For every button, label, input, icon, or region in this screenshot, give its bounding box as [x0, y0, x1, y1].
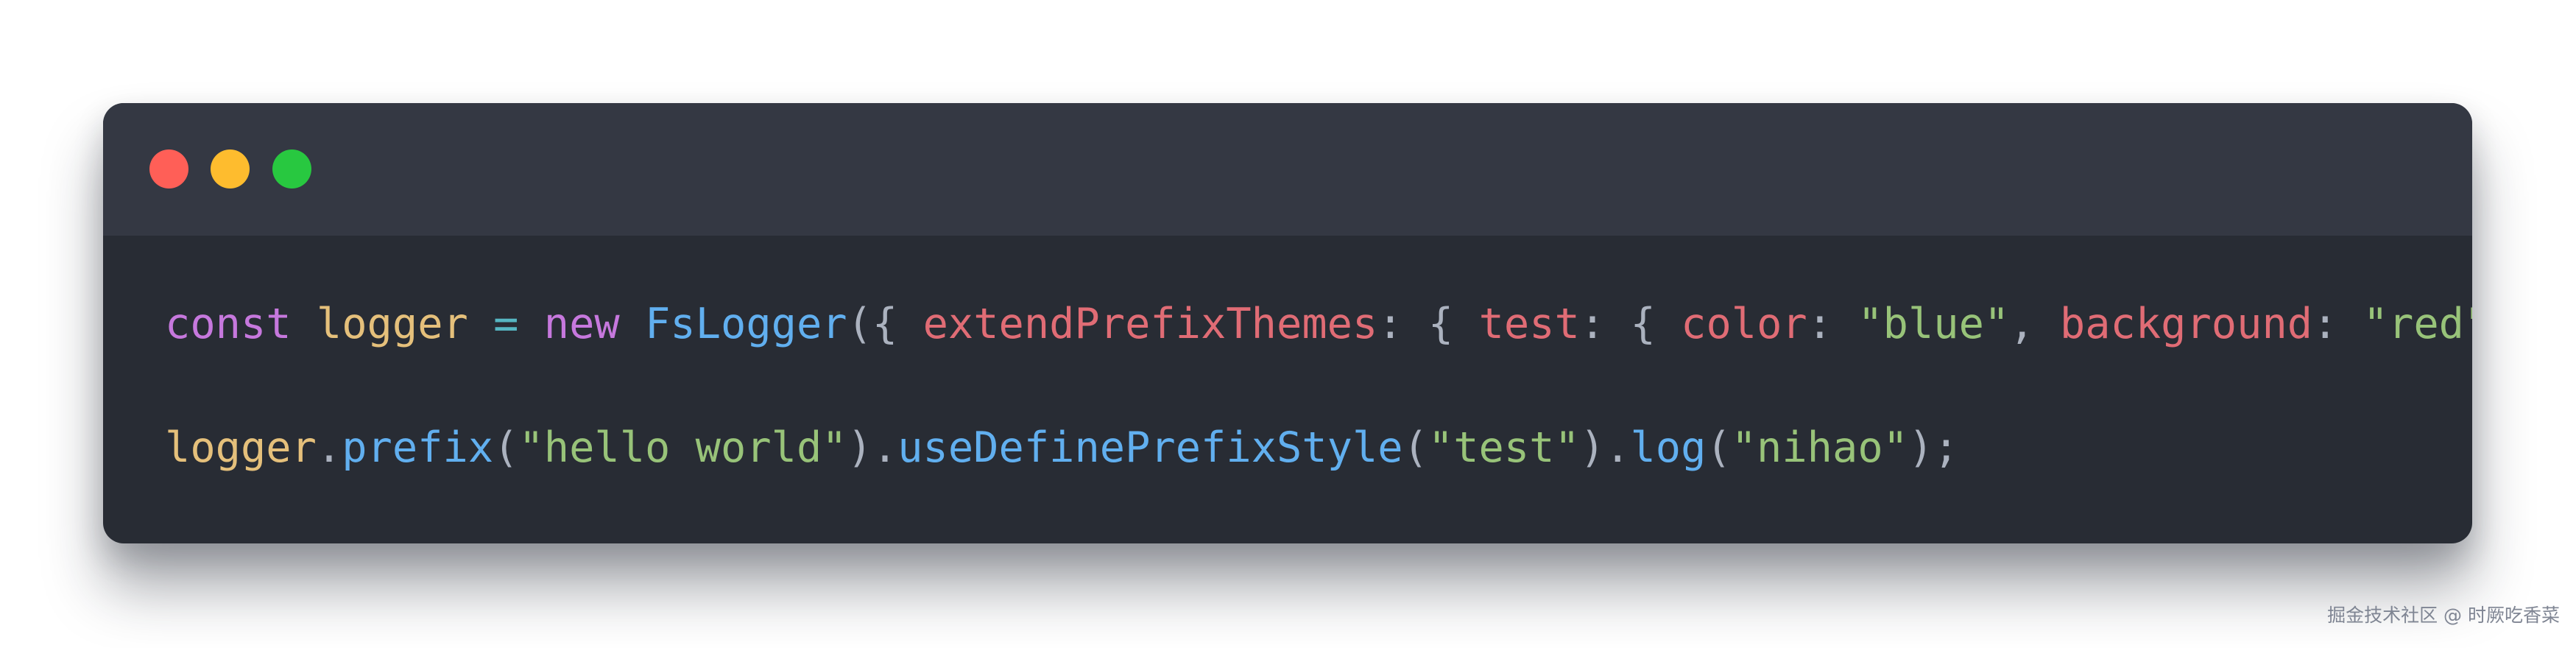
code-token: log [1630, 423, 1707, 472]
code-token: ( [493, 423, 519, 472]
code-token: "nihao" [1731, 423, 1908, 472]
watermark: 掘金技术社区 @ 时厥吃香菜 [2327, 605, 2560, 626]
code-token: . [316, 423, 342, 472]
code-token: background [2059, 300, 2313, 348]
code-token: "hello world" [518, 423, 847, 472]
code-token: prefix [342, 423, 494, 472]
code-token: "blue" [1857, 300, 2010, 348]
code-block: const logger = new FsLogger({ extendPref… [165, 103, 2472, 469]
code-token: "test" [1428, 423, 1580, 472]
code-token: color [1681, 300, 1807, 348]
code-token: test [1478, 300, 1580, 348]
code-token: logger [316, 300, 468, 348]
code-token: : { [1579, 300, 1682, 348]
code-line: const logger = new FsLogger({ extendPref… [165, 303, 2472, 345]
code-token: extendPrefixThemes [922, 300, 1378, 348]
code-token: useDefinePrefixStyle [897, 423, 1403, 472]
code-window: const logger = new FsLogger({ extendPref… [103, 103, 2472, 543]
code-token: : { [1377, 300, 1479, 348]
code-token: , [2009, 300, 2060, 348]
code-token: logger [165, 423, 317, 472]
code-token: ( [1402, 423, 1428, 472]
code-token: ). [847, 423, 898, 472]
code-token: "red" [2362, 300, 2472, 348]
code-token: : [2312, 300, 2363, 348]
code-token: ). [1579, 423, 1631, 472]
code-token: : [1807, 300, 1858, 348]
code-line: logger.prefix("hello world").useDefinePr… [165, 427, 1959, 469]
code-token: ({ [847, 300, 923, 348]
code-token: const [165, 300, 292, 348]
code-token: new [543, 300, 620, 348]
code-token: ); [1908, 423, 1959, 472]
code-token: = [467, 300, 544, 348]
code-token: FsLogger [645, 300, 847, 348]
code-token: ( [1706, 423, 1732, 472]
